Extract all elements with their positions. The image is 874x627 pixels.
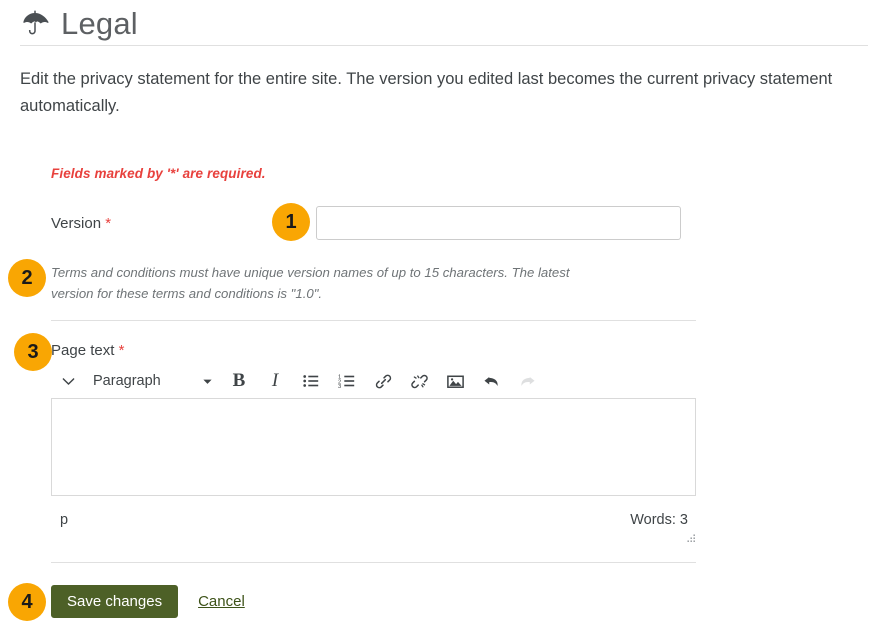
- umbrella-icon: [20, 9, 50, 39]
- image-icon[interactable]: [437, 367, 473, 395]
- svg-text:3: 3: [338, 384, 341, 390]
- version-input[interactable]: [316, 206, 681, 240]
- save-changes-button[interactable]: Save changes: [51, 585, 179, 618]
- version-label: Version *: [51, 215, 111, 232]
- chevron-down-icon[interactable]: [51, 367, 85, 395]
- section-divider-middle: [51, 320, 696, 321]
- page-text-label: Page text *: [51, 342, 124, 359]
- italic-button[interactable]: I: [257, 367, 293, 395]
- format-select[interactable]: Paragraph: [85, 367, 193, 395]
- header-divider: [20, 45, 868, 46]
- numbered-list-icon[interactable]: 1 2 3: [329, 367, 365, 395]
- callout-badge-2: 2: [8, 259, 46, 297]
- bold-button[interactable]: B: [221, 367, 257, 395]
- editor-toolbar: Paragraph B I 1 2 3: [51, 366, 696, 396]
- cancel-link[interactable]: Cancel: [198, 593, 245, 610]
- page-title: Legal: [61, 5, 138, 41]
- page-description: Edit the privacy statement for the entir…: [20, 70, 833, 115]
- version-required-star: *: [105, 215, 112, 232]
- caret-down-icon[interactable]: [193, 367, 221, 395]
- page-header: Legal: [20, 0, 868, 46]
- redo-icon[interactable]: [509, 367, 545, 395]
- page-text-editor[interactable]: [51, 398, 696, 496]
- link-icon[interactable]: [365, 367, 401, 395]
- form-actions: Save changes Cancel: [51, 585, 245, 618]
- callout-badge-3: 3: [14, 333, 52, 371]
- page-text-required-star: *: [118, 342, 125, 359]
- editor-element-path[interactable]: p: [60, 512, 68, 528]
- version-field-row: Version *: [51, 206, 696, 242]
- callout-badge-1: 1: [272, 203, 310, 241]
- version-label-text: Version: [51, 215, 102, 232]
- bullet-list-icon[interactable]: [293, 367, 329, 395]
- undo-icon[interactable]: [473, 367, 509, 395]
- editor-word-count: Words: 3: [630, 512, 688, 528]
- version-help-text: Terms and conditions must have unique ve…: [51, 265, 570, 301]
- resize-grip-icon[interactable]: [685, 531, 696, 542]
- editor-status-bar: p Words: 3: [51, 512, 696, 542]
- unlink-icon[interactable]: [401, 367, 437, 395]
- section-divider-bottom: [51, 562, 696, 563]
- required-fields-note: Fields marked by '*' are required.: [51, 166, 266, 181]
- callout-badge-4: 4: [8, 583, 46, 621]
- page-text-label-text: Page text: [51, 342, 115, 359]
